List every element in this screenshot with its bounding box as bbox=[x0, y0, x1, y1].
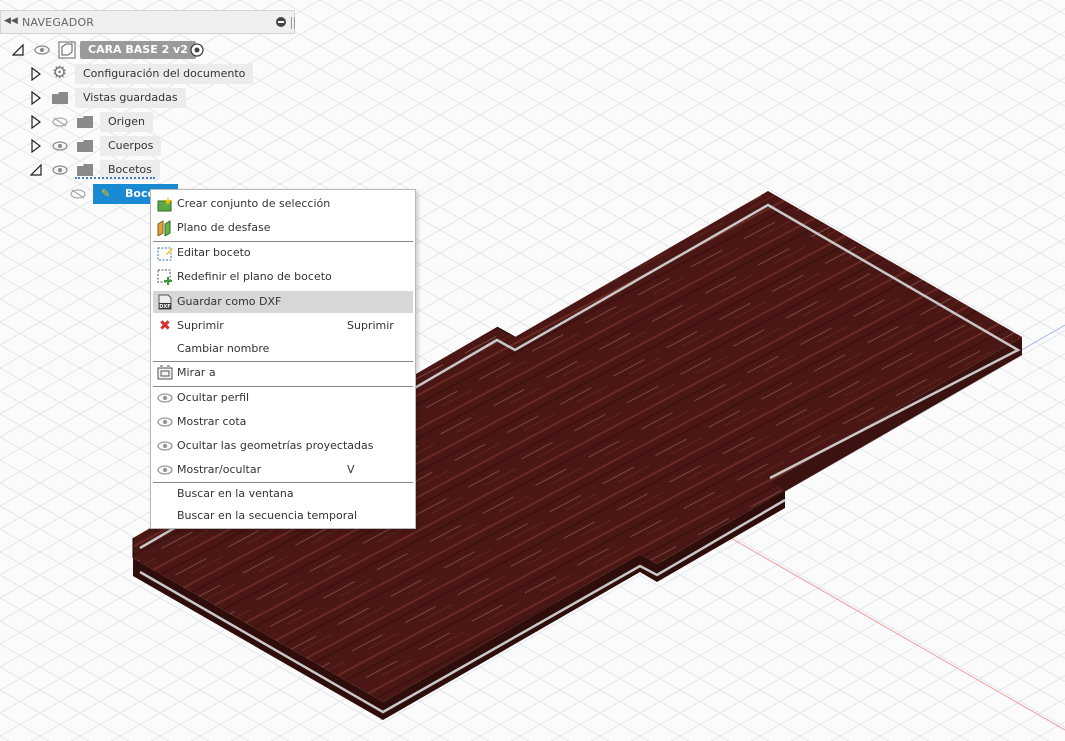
menu-item-label: Ocultar perfil bbox=[177, 391, 250, 404]
eye-icon bbox=[157, 417, 173, 427]
menu-item-label: Guardar como DXF bbox=[177, 295, 282, 308]
look-at-icon bbox=[157, 365, 173, 380]
visibility-eye-icon[interactable] bbox=[34, 45, 50, 55]
selection-set-icon bbox=[157, 197, 172, 212]
gear-icon: ⚙ bbox=[52, 63, 68, 83]
offset-plane-icon bbox=[157, 220, 171, 236]
navigator-item-origin[interactable]: Origen bbox=[0, 112, 153, 132]
navigator-header: ◀◀ NAVEGADOR bbox=[0, 10, 295, 34]
menu-item-delete[interactable]: ✖ Suprimir Suprimir bbox=[153, 315, 413, 337]
menu-item-offset-plane[interactable]: Plano de desfase bbox=[153, 217, 413, 239]
menu-item-find-in-window[interactable]: Buscar en la ventana bbox=[153, 483, 413, 505]
menu-item-label: Crear conjunto de selección bbox=[177, 197, 331, 210]
navigator-item-label: Vistas guardadas bbox=[75, 88, 186, 108]
menu-item-label: Mostrar/ocultar bbox=[177, 463, 262, 476]
menu-item-show-dimension[interactable]: Mostrar cota bbox=[153, 411, 413, 433]
edit-sketch-icon bbox=[157, 247, 173, 261]
menu-item-label: Plano de desfase bbox=[177, 221, 271, 234]
menu-item-edit-sketch[interactable]: Editar boceto bbox=[153, 242, 413, 264]
visibility-eye-icon[interactable] bbox=[52, 141, 68, 151]
context-menu: Crear conjunto de selección Plano de des… bbox=[150, 189, 416, 529]
navigator-item-bodies[interactable]: Cuerpos bbox=[0, 136, 162, 156]
menu-item-rename[interactable]: Cambiar nombre bbox=[153, 338, 413, 360]
folder-icon bbox=[77, 140, 93, 152]
folder-icon bbox=[77, 116, 93, 128]
navigator-item-sketches[interactable]: Bocetos bbox=[0, 160, 160, 180]
hidden-eye-icon[interactable] bbox=[70, 189, 86, 199]
menu-item-label: Suprimir bbox=[177, 319, 224, 332]
folder-icon bbox=[52, 92, 68, 104]
navigator-item-label: Cuerpos bbox=[100, 136, 162, 156]
navigator-title: NAVEGADOR bbox=[22, 16, 95, 29]
redefine-plane-icon bbox=[157, 269, 172, 285]
eye-icon bbox=[157, 441, 173, 451]
collapsed-triangle-icon[interactable] bbox=[30, 115, 42, 129]
menu-item-save-as-dxf[interactable]: DXF Guardar como DXF bbox=[153, 291, 413, 313]
minimize-icon[interactable] bbox=[276, 17, 286, 27]
navigator-item-label: Configuración del documento bbox=[75, 64, 254, 84]
expanded-triangle-icon[interactable] bbox=[12, 43, 24, 57]
menu-item-find-in-timeline[interactable]: Buscar en la secuencia temporal bbox=[153, 505, 413, 527]
navigator-item-document-settings[interactable]: ⚙ Configuración del documento bbox=[0, 63, 254, 84]
svg-text:DXF: DXF bbox=[159, 304, 170, 310]
menu-item-show-hide[interactable]: Mostrar/ocultar V bbox=[153, 459, 413, 481]
panel-grip-icon[interactable] bbox=[291, 17, 295, 29]
menu-item-label: Mirar a bbox=[177, 366, 216, 379]
menu-item-shortcut: V bbox=[347, 463, 355, 476]
menu-item-hide-profile[interactable]: Ocultar perfil bbox=[153, 387, 413, 409]
eye-icon bbox=[157, 393, 173, 403]
navigator-item-label: Origen bbox=[100, 112, 153, 132]
menu-item-look-at[interactable]: Mirar a bbox=[153, 362, 413, 384]
menu-item-label: Buscar en la secuencia temporal bbox=[177, 509, 358, 522]
collapsed-triangle-icon[interactable] bbox=[30, 67, 42, 81]
menu-item-label: Cambiar nombre bbox=[177, 342, 270, 355]
menu-item-label: Editar boceto bbox=[177, 246, 251, 259]
menu-item-label: Redefinir el plano de boceto bbox=[177, 270, 332, 283]
activate-radio-icon[interactable] bbox=[190, 43, 204, 57]
menu-item-shortcut: Suprimir bbox=[347, 319, 394, 332]
navigator-root-row[interactable]: CARA BASE 2 v2 bbox=[0, 40, 215, 60]
expanded-triangle-icon[interactable] bbox=[30, 163, 42, 177]
root-component-label[interactable]: CARA BASE 2 v2 bbox=[80, 41, 196, 59]
menu-item-label: Ocultar las geometrías proyectadas bbox=[177, 439, 374, 452]
navigator-item-saved-views[interactable]: Vistas guardadas bbox=[0, 88, 186, 108]
menu-item-hide-projected-geometry[interactable]: Ocultar las geometrías proyectadas bbox=[153, 435, 413, 457]
collapsed-triangle-icon[interactable] bbox=[30, 91, 42, 105]
visibility-eye-icon[interactable] bbox=[52, 165, 68, 175]
menu-item-label: Buscar en la ventana bbox=[177, 487, 294, 500]
folder-icon bbox=[77, 164, 93, 176]
collapse-panel-icon[interactable]: ◀◀ bbox=[4, 16, 18, 26]
collapsed-triangle-icon[interactable] bbox=[30, 139, 42, 153]
sketch-pencil-icon: ✎ bbox=[101, 187, 111, 200]
menu-item-redefine-sketch-plane[interactable]: Redefinir el plano de boceto bbox=[153, 266, 413, 288]
component-box-icon bbox=[58, 41, 76, 59]
hidden-eye-icon[interactable] bbox=[52, 117, 68, 127]
dxf-file-icon: DXF bbox=[158, 294, 172, 310]
menu-item-label: Mostrar cota bbox=[177, 415, 247, 428]
drag-indicator bbox=[75, 177, 155, 179]
eye-icon bbox=[157, 465, 173, 475]
delete-x-icon: ✖ bbox=[159, 318, 171, 334]
menu-item-create-selection-set[interactable]: Crear conjunto de selección bbox=[153, 193, 413, 215]
